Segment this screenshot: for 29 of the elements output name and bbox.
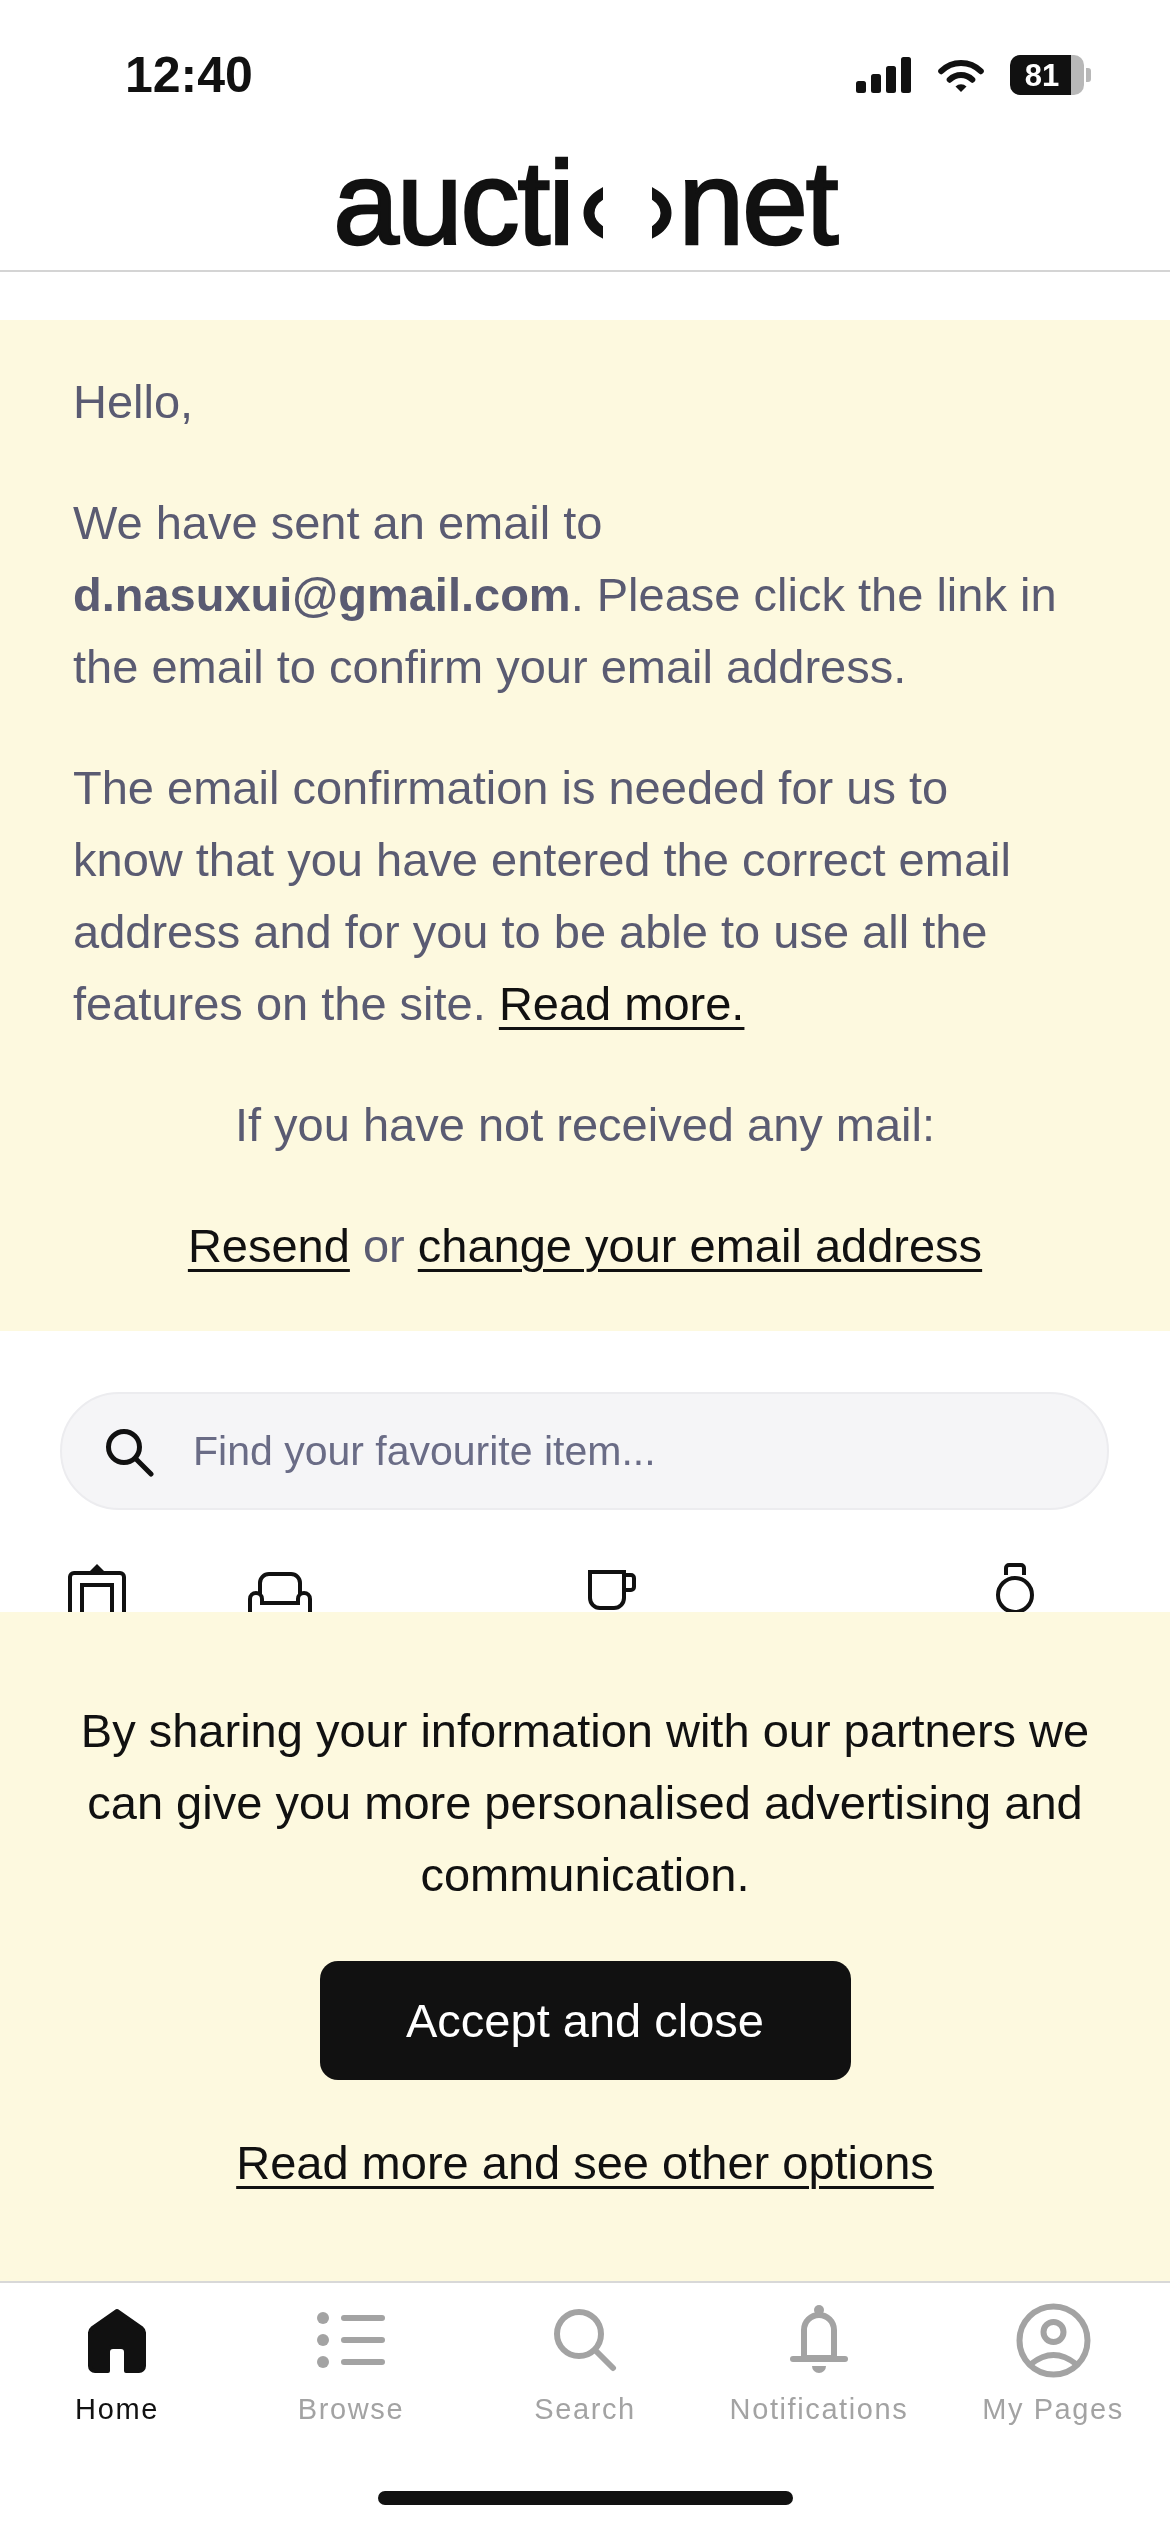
resend-link[interactable]: Resend — [187, 1219, 350, 1272]
cookie-text: By sharing your information with our partners we can give you more personalised advertising and communication. — [79, 1703, 1091, 1903]
not-received-text: If you have not received any mail: — [233, 1097, 937, 1153]
greeting-text: Hello, — [73, 374, 195, 430]
search-icon — [553, 2308, 617, 2372]
ring-icon[interactable] — [994, 1562, 1036, 1612]
search-icon — [104, 1427, 154, 1477]
resend-text: Resend or change your email address — [186, 1218, 984, 1274]
battery-indicator: 81 — [1010, 55, 1091, 95]
message-text: We have sent an email to d.nasuxui@gmail.com. Please click the link in the email to confirm your email address. — [73, 495, 1058, 695]
options-link[interactable]: Read more and see other options — [236, 2127, 934, 2199]
mug-icon[interactable] — [586, 1569, 638, 1612]
profile-icon — [1015, 2302, 1091, 2378]
logo-text: aucti — [333, 144, 573, 262]
list-icon — [316, 2312, 386, 2368]
logo-text: net — [678, 144, 837, 262]
wifi-icon — [937, 57, 985, 93]
signal-icon — [856, 57, 912, 93]
tab-button[interactable]: Home — [75, 2302, 159, 2428]
explanation-text: The email confirmation is needed for us to know that you have entered the correct email address and for you to be able to use all the features on the site. Read more. — [73, 760, 1012, 1032]
status-time: 12:40 — [125, 50, 253, 100]
home-icon — [87, 2307, 147, 2373]
change-email-link[interactable]: change your email address — [417, 1219, 983, 1272]
picture-frame-icon[interactable] — [67, 1562, 127, 1612]
accept-button[interactable]: Accept and close — [319, 1961, 851, 2080]
sofa-icon[interactable] — [248, 1572, 312, 1612]
bell-icon — [789, 2304, 849, 2376]
read-more-link[interactable]: Read more. — [498, 977, 745, 1030]
search-field[interactable]: Find your favourite item... — [60, 1392, 1109, 1510]
